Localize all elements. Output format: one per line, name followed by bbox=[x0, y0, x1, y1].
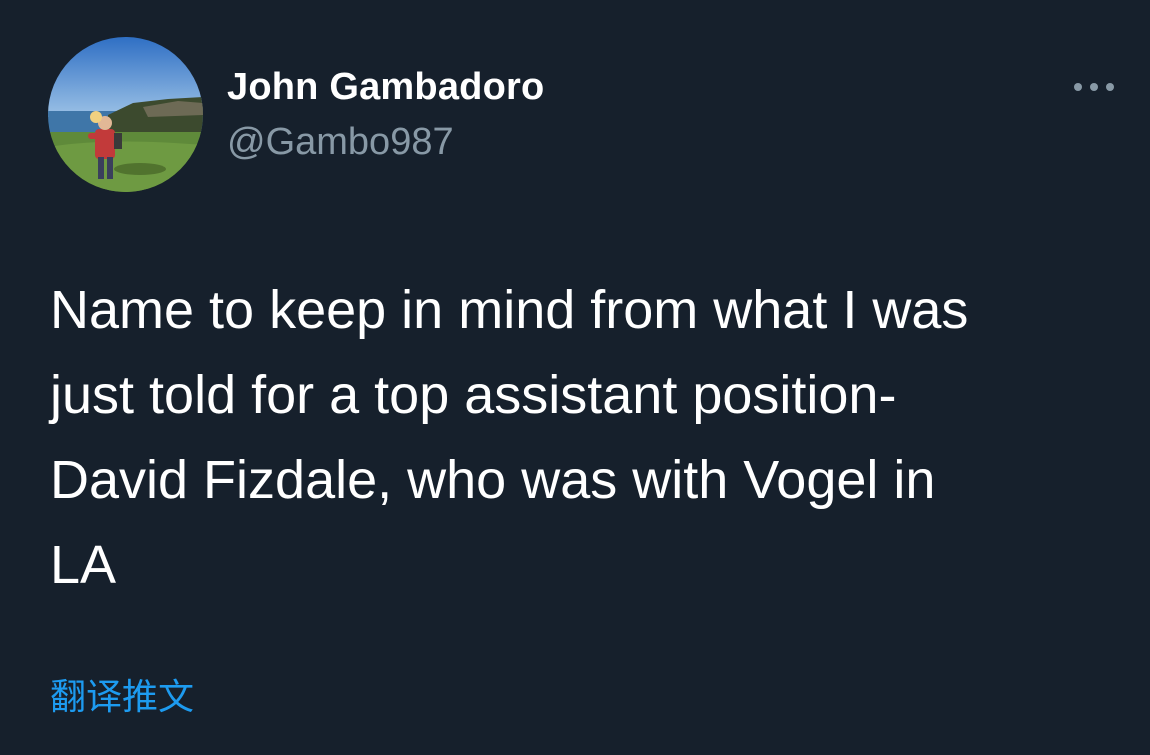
translate-tweet-link[interactable]: 翻译推文 bbox=[50, 668, 194, 720]
author-display-name[interactable]: John Gambadoro bbox=[227, 66, 544, 109]
profile-photo-icon bbox=[48, 37, 203, 192]
tweet-text-line: Name to keep in mind from what I was bbox=[50, 280, 969, 340]
more-options-icon[interactable] bbox=[1068, 76, 1120, 98]
tweet-text-line: LA bbox=[50, 535, 117, 595]
tweet-text: Name to keep in mind from what I was jus… bbox=[50, 268, 1130, 608]
tweet-text-line: David Fizdale, who was with Vogel in bbox=[50, 450, 936, 510]
tweet-card: John Gambadoro @Gambo987 Name to keep in… bbox=[0, 0, 1150, 755]
author-handle[interactable]: @Gambo987 bbox=[227, 121, 454, 164]
avatar[interactable] bbox=[48, 37, 203, 192]
tweet-text-line: just told for a top assistant position- bbox=[50, 365, 897, 425]
